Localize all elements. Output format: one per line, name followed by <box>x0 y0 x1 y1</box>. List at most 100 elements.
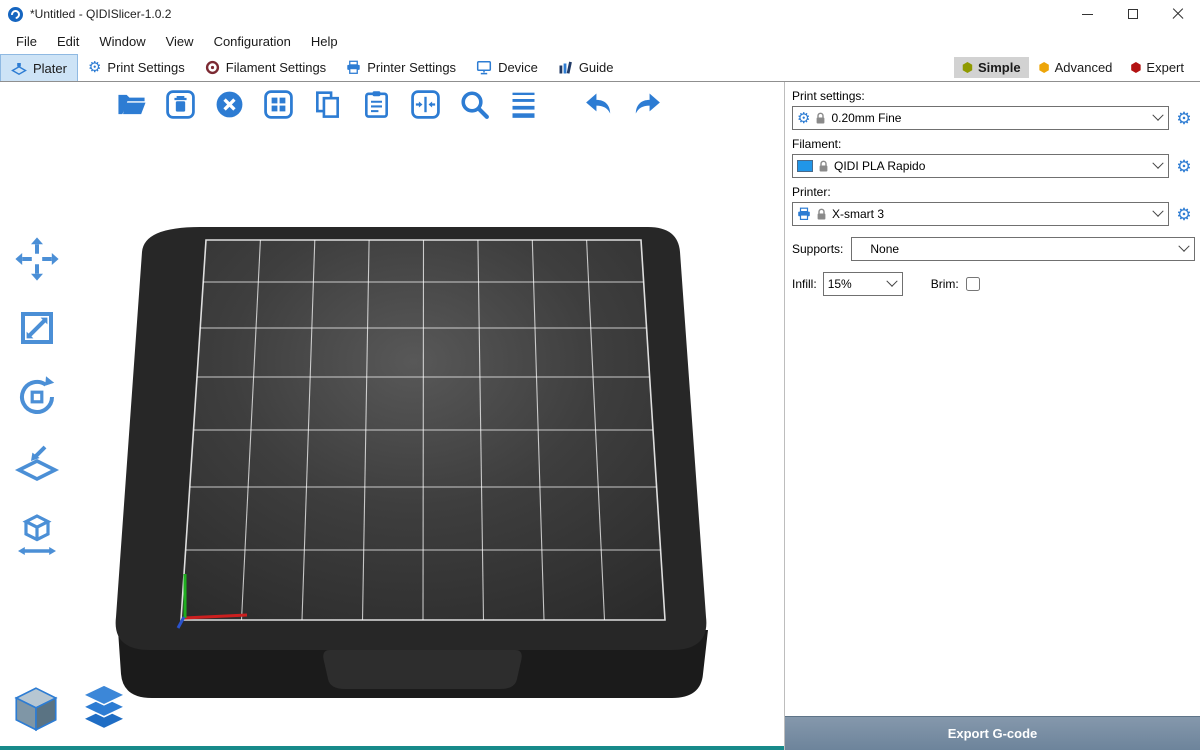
chevron-down-icon <box>1178 241 1189 252</box>
supports-combo[interactable]: None <box>851 237 1195 261</box>
menu-file[interactable]: File <box>6 31 47 52</box>
printer-combo[interactable]: X-smart 3 <box>792 202 1169 226</box>
print-settings-value: 0.20mm Fine <box>831 111 1149 125</box>
close-icon <box>1172 8 1184 20</box>
redo-button[interactable] <box>628 85 666 123</box>
editor-view-button[interactable] <box>8 682 64 738</box>
delete-button[interactable] <box>161 85 199 123</box>
expert-mode-icon <box>1130 62 1141 73</box>
minimize-button[interactable] <box>1065 0 1110 28</box>
place-on-face-icon <box>13 442 61 490</box>
print-settings-combo[interactable]: ⚙ 0.20mm Fine <box>792 106 1169 130</box>
scale-button[interactable] <box>10 301 64 355</box>
tab-guide[interactable]: Guide <box>548 54 624 81</box>
tab-plater[interactable]: Plater <box>0 54 78 81</box>
mode-advanced-label: Advanced <box>1055 60 1113 75</box>
paste-button[interactable] <box>357 85 395 123</box>
print-bed <box>0 82 785 750</box>
lock-icon <box>815 112 826 125</box>
preview-layers-icon <box>77 683 131 737</box>
mode-advanced[interactable]: Advanced <box>1031 57 1121 78</box>
menu-edit[interactable]: Edit <box>47 31 89 52</box>
chevron-down-icon <box>1152 158 1163 169</box>
tabbar: Plater ⚙ Print Settings Filament Setting… <box>0 54 1200 82</box>
delete-icon <box>164 88 197 121</box>
monitor-icon <box>476 60 492 75</box>
copy-icon <box>311 88 344 121</box>
paste-icon <box>360 88 393 121</box>
arrange-button[interactable] <box>259 85 297 123</box>
menubar: File Edit Window View Configuration Help <box>0 28 1200 54</box>
open-folder-button[interactable] <box>112 85 150 123</box>
menu-view[interactable]: View <box>156 31 204 52</box>
left-toolbar <box>10 232 64 562</box>
delete-all-button[interactable] <box>210 85 248 123</box>
mode-expert-label: Expert <box>1146 60 1184 75</box>
viewport-toolbar <box>112 85 666 123</box>
supports-label: Supports: <box>792 242 843 256</box>
tab-printer-settings[interactable]: Printer Settings <box>336 54 466 81</box>
infill-combo[interactable]: 15% <box>823 272 903 296</box>
tab-plater-label: Plater <box>33 61 67 76</box>
maximize-button[interactable] <box>1110 0 1155 28</box>
chevron-down-icon <box>1152 110 1163 121</box>
move-button[interactable] <box>10 232 64 286</box>
place-on-face-button[interactable] <box>10 439 64 493</box>
gear-icon: ⚙ <box>88 60 101 75</box>
chevron-down-icon <box>886 276 897 287</box>
search-button[interactable] <box>455 85 493 123</box>
undo-button[interactable] <box>579 85 617 123</box>
menu-configuration[interactable]: Configuration <box>204 31 301 52</box>
tab-print-settings[interactable]: ⚙ Print Settings <box>78 54 195 81</box>
mode-expert[interactable]: Expert <box>1122 57 1192 78</box>
tab-device[interactable]: Device <box>466 54 548 81</box>
chevron-down-icon <box>1152 206 1163 217</box>
menu-help[interactable]: Help <box>301 31 348 52</box>
window-title: *Untitled - QIDISlicer-1.0.2 <box>30 7 171 21</box>
tab-device-label: Device <box>498 60 538 75</box>
filament-combo[interactable]: QIDI PLA Rapido <box>792 154 1169 178</box>
main-area: Print settings: ⚙ 0.20mm Fine ⚙ Filament… <box>0 82 1200 750</box>
measure-icon <box>13 511 61 559</box>
app-logo-icon <box>8 7 23 22</box>
tab-filament-settings-label: Filament Settings <box>226 60 326 75</box>
open-folder-icon <box>115 88 148 121</box>
copy-button[interactable] <box>308 85 346 123</box>
lock-icon <box>818 160 829 173</box>
printer-gear-button[interactable]: ⚙ <box>1173 206 1195 223</box>
printer-icon <box>346 60 361 75</box>
simple-mode-icon <box>962 62 973 73</box>
undo-icon <box>582 88 615 121</box>
preview-view-button[interactable] <box>76 682 132 738</box>
variable-layer-height-icon <box>507 88 540 121</box>
search-icon <box>458 88 491 121</box>
filament-spool-icon <box>205 60 220 75</box>
filament-color-swatch <box>797 160 813 172</box>
menu-window[interactable]: Window <box>89 31 155 52</box>
printer-icon <box>797 207 811 221</box>
brim-checkbox[interactable] <box>966 277 980 291</box>
advanced-mode-icon <box>1039 62 1050 73</box>
variable-layer-height-button[interactable] <box>504 85 542 123</box>
print-settings-label: Print settings: <box>792 89 1195 103</box>
tab-filament-settings[interactable]: Filament Settings <box>195 54 336 81</box>
split-button[interactable] <box>406 85 444 123</box>
filament-value: QIDI PLA Rapido <box>834 159 1149 173</box>
filament-label: Filament: <box>792 137 1195 151</box>
rotate-button[interactable] <box>10 370 64 424</box>
filament-gear-button[interactable]: ⚙ <box>1173 158 1195 175</box>
delete-all-icon <box>213 88 246 121</box>
export-gcode-button[interactable]: Export G-code <box>785 716 1200 750</box>
gear-icon: ⚙ <box>797 111 810 126</box>
arrange-icon <box>262 88 295 121</box>
plater-icon <box>11 60 27 76</box>
lock-icon <box>816 208 827 221</box>
view-switch <box>8 682 132 738</box>
measure-button[interactable] <box>10 508 64 562</box>
close-button[interactable] <box>1155 0 1200 28</box>
3d-editor-view-icon <box>9 683 63 737</box>
sidebar: Print settings: ⚙ 0.20mm Fine ⚙ Filament… <box>785 82 1200 750</box>
print-settings-gear-button[interactable]: ⚙ <box>1173 110 1195 127</box>
viewport-canvas[interactable] <box>0 82 785 750</box>
mode-simple[interactable]: Simple <box>954 57 1029 78</box>
